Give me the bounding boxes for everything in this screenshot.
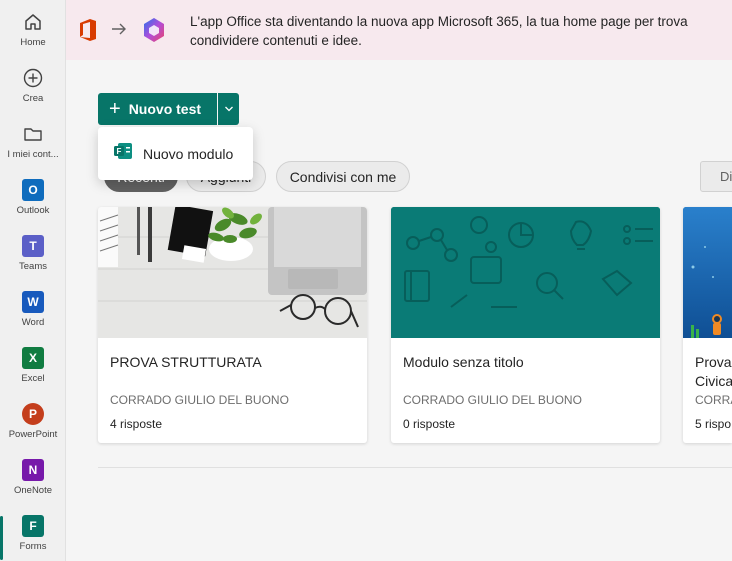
excel-icon: X [21,346,45,370]
arrow-right-icon [110,20,128,43]
new-test-button[interactable]: + Nuovo test [98,93,217,125]
form-card[interactable]: PROVA STRUTTURATA CORRADO GIULIO DEL BUO… [98,207,367,443]
rail-item-home[interactable]: Home [0,2,66,58]
card-author: CORRADO GIULIO DEL BUONO [110,393,289,407]
rail-label: I miei cont... [7,149,59,160]
m365-banner: L'app Office sta diventando la nuova app… [66,0,732,60]
new-dropdown-button[interactable] [218,93,239,125]
card-title: Prova Civica [695,354,732,389]
powerpoint-icon: P [21,402,45,426]
rail-item-powerpoint[interactable]: P PowerPoint [0,394,66,450]
create-icon [21,66,45,90]
new-form-menu-item[interactable]: F Nuovo modulo [98,127,253,180]
rail-label: Home [20,37,46,48]
card-author: CORRA [695,393,732,407]
card-title: Modulo senza titolo [403,354,524,370]
rail-item-outlook[interactable]: O Outlook [0,170,66,226]
onenote-icon: N [21,458,45,482]
card-thumbnail-underwater [683,207,732,338]
rail-item-teams[interactable]: T Teams [0,226,66,282]
svg-text:F: F [117,147,122,156]
filter-shared[interactable]: Condivisi con me [276,161,410,192]
chevron-down-icon [224,100,234,118]
rail-item-onenote[interactable]: N OneNote [0,450,66,506]
office-logo-icon [78,18,98,47]
teams-icon: T [21,234,45,258]
card-thumbnail-teal [391,207,660,338]
card-thumbnail-desk [98,207,367,338]
rail-item-create[interactable]: Crea [0,58,66,114]
card-responses: 4 risposte [110,417,163,431]
rail-item-my-content[interactable]: I miei cont... [0,114,66,170]
word-icon: W [21,290,45,314]
view-selector[interactable]: Di [700,161,732,192]
rail-label: Word [21,317,45,328]
rail-label: Forms [19,541,47,552]
app-rail: Home Crea I miei cont... O Outlook T Tea… [0,0,66,561]
card-responses: 5 rispo [695,417,732,431]
rail-label: Crea [22,93,44,104]
card-responses: 0 risposte [403,417,456,431]
rail-label: OneNote [13,485,53,496]
home-icon [21,10,45,34]
rail-label: PowerPoint [8,429,58,440]
rail-label: Teams [19,261,47,272]
form-card[interactable]: Prova Civica CORRA 5 rispo [683,207,732,443]
rail-label: Excel [21,373,45,384]
outlook-icon: O [21,178,45,202]
new-test-label: Nuovo test [128,101,202,117]
m365-logo-icon [140,16,168,49]
card-title: PROVA STRUTTURATA [110,354,262,370]
forms-icon: F [113,142,133,165]
new-form-label: Nuovo modulo [143,145,234,162]
banner-text: L'app Office sta diventando la nuova app… [190,14,688,48]
rail-item-word[interactable]: W Word [0,282,66,338]
plus-icon: + [109,98,121,120]
folder-icon [21,122,45,146]
card-author: CORRADO GIULIO DEL BUONO [403,393,582,407]
divider [98,467,732,468]
form-card[interactable]: Modulo senza titolo CORRADO GIULIO DEL B… [391,207,660,443]
rail-label: Outlook [16,205,50,216]
rail-item-excel[interactable]: X Excel [0,338,66,394]
rail-item-forms[interactable]: F Forms [0,506,66,561]
forms-icon: F [21,514,45,538]
